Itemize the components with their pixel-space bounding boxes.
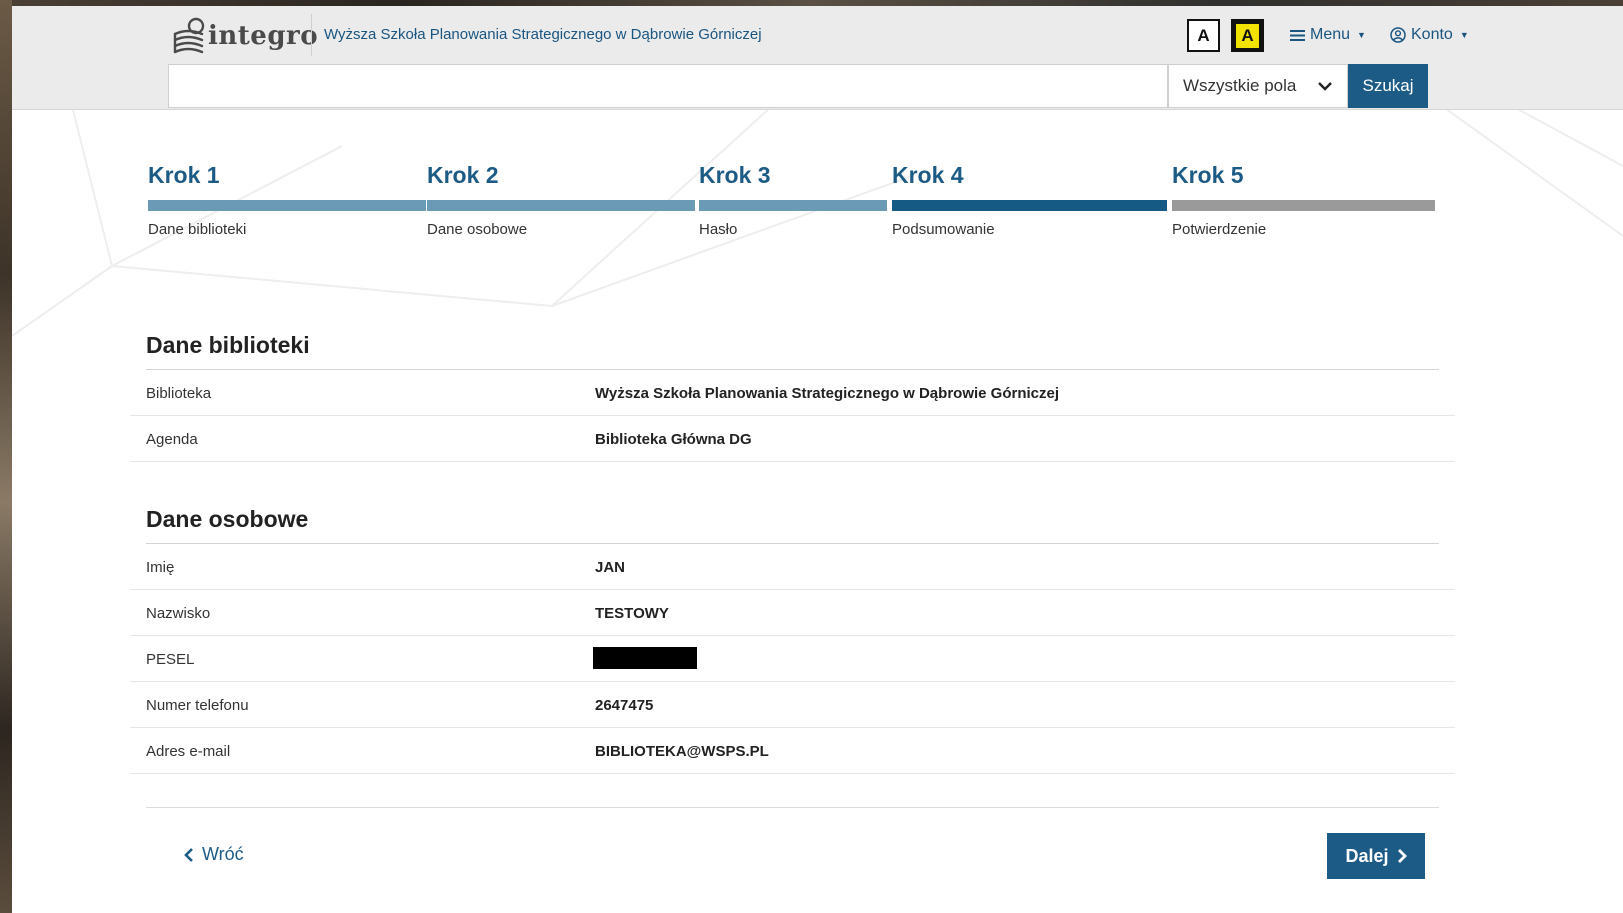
back-button[interactable]: Wróć [184, 844, 244, 865]
step-progress-bar [427, 200, 695, 211]
chevron-right-icon [1397, 849, 1407, 863]
step-title: Krok 5 [1172, 162, 1244, 188]
row-value: BIBLIOTEKA@WSPS.PL [595, 743, 769, 760]
step-progress-bar [699, 200, 887, 211]
caret-down-icon: ▼ [1459, 30, 1469, 40]
chevron-left-icon [184, 847, 193, 862]
row-value: Biblioteka Główna DG [595, 431, 752, 448]
row-label: Nazwisko [146, 605, 211, 622]
summary-row-pesel: PESEL [130, 636, 1455, 682]
step-subtitle: Dane osobowe [427, 221, 528, 238]
step-progress-bar [892, 200, 1167, 211]
high-contrast-label: A [1236, 23, 1259, 48]
top-header: integro Wyższa Szkoła Planowania Strateg… [12, 6, 1623, 64]
menu-dropdown[interactable]: Menu ▼ [1290, 26, 1366, 44]
step-title: Krok 2 [427, 162, 499, 188]
step-progress-bar [1172, 200, 1435, 211]
search-field-select[interactable]: Wszystkie pola [1168, 64, 1348, 108]
normal-contrast-label: A [1197, 25, 1210, 45]
normal-contrast-button[interactable]: A [1187, 19, 1220, 52]
integro-logo[interactable]: integro [172, 14, 322, 58]
search-button[interactable]: Szukaj [1348, 64, 1428, 108]
next-button[interactable]: Dalej [1327, 833, 1425, 879]
account-label: Konto [1411, 26, 1453, 43]
back-label: Wróć [202, 844, 244, 864]
account-dropdown[interactable]: Konto ▼ [1390, 26, 1469, 44]
high-contrast-button[interactable]: A [1231, 19, 1264, 52]
caret-down-icon: ▼ [1357, 30, 1366, 40]
step-title: Krok 1 [148, 162, 220, 188]
step-subtitle: Podsumowanie [892, 221, 995, 238]
header-divider [311, 14, 312, 56]
logo-text: integro [208, 21, 319, 51]
hamburger-icon [1290, 29, 1305, 41]
row-label: Agenda [146, 431, 198, 448]
step-3: Krok 3 Hasło [699, 162, 887, 238]
row-label: Adres e-mail [146, 743, 231, 760]
page: integro Wyższa Szkoła Planowania Strateg… [12, 6, 1623, 913]
library-name[interactable]: Wyższa Szkoła Planowania Strategicznego … [324, 26, 762, 43]
summary-row-last-name: Nazwisko TESTOWY [130, 590, 1455, 636]
row-label: PESEL [146, 651, 195, 668]
step-subtitle: Dane biblioteki [148, 221, 247, 238]
row-label: Biblioteka [146, 385, 212, 402]
library-section-title: Dane biblioteki [146, 332, 310, 358]
search-field-selected: Wszystkie pola [1183, 76, 1297, 95]
step-subtitle: Potwierdzenie [1172, 221, 1267, 238]
book-stack-icon [173, 17, 205, 54]
chevron-down-icon [1318, 82, 1332, 91]
search-bar: Wszystkie pola Szukaj [12, 64, 1623, 110]
user-circle-icon [1390, 27, 1406, 43]
redacted-value [593, 647, 697, 669]
row-value: TESTOWY [595, 605, 669, 622]
step-4: Krok 4 Podsumowanie [892, 162, 1167, 238]
step-2: Krok 2 Dane osobowe [427, 162, 695, 238]
row-label: Numer telefonu [146, 697, 249, 714]
step-subtitle: Hasło [699, 221, 738, 238]
row-label: Imię [146, 559, 175, 576]
personal-section-title: Dane osobowe [146, 506, 309, 532]
row-value: Wyższa Szkoła Planowania Strategicznego … [595, 385, 1060, 402]
background-left-strip [0, 0, 12, 913]
step-1: Krok 1 Dane biblioteki [148, 162, 426, 238]
footer-divider [146, 807, 1439, 808]
summary-row-library: Biblioteka Wyższa Szkoła Planowania Stra… [130, 370, 1455, 416]
menu-label: Menu [1310, 26, 1351, 43]
summary-row-phone: Numer telefonu 2647475 [130, 682, 1455, 728]
step-progress-bar [148, 200, 426, 211]
summary-row-first-name: Imię JAN [130, 544, 1455, 590]
row-value: JAN [595, 559, 626, 576]
row-value: 2647475 [595, 697, 654, 714]
step-title: Krok 3 [699, 162, 771, 188]
step-5: Krok 5 Potwierdzenie [1172, 162, 1435, 238]
summary-row-email: Adres e-mail BIBLIOTEKA@WSPS.PL [130, 728, 1455, 774]
step-title: Krok 4 [892, 162, 964, 188]
search-input[interactable] [168, 64, 1168, 108]
summary-row-agenda: Agenda Biblioteka Główna DG [130, 416, 1455, 462]
next-label: Dalej [1345, 845, 1389, 866]
